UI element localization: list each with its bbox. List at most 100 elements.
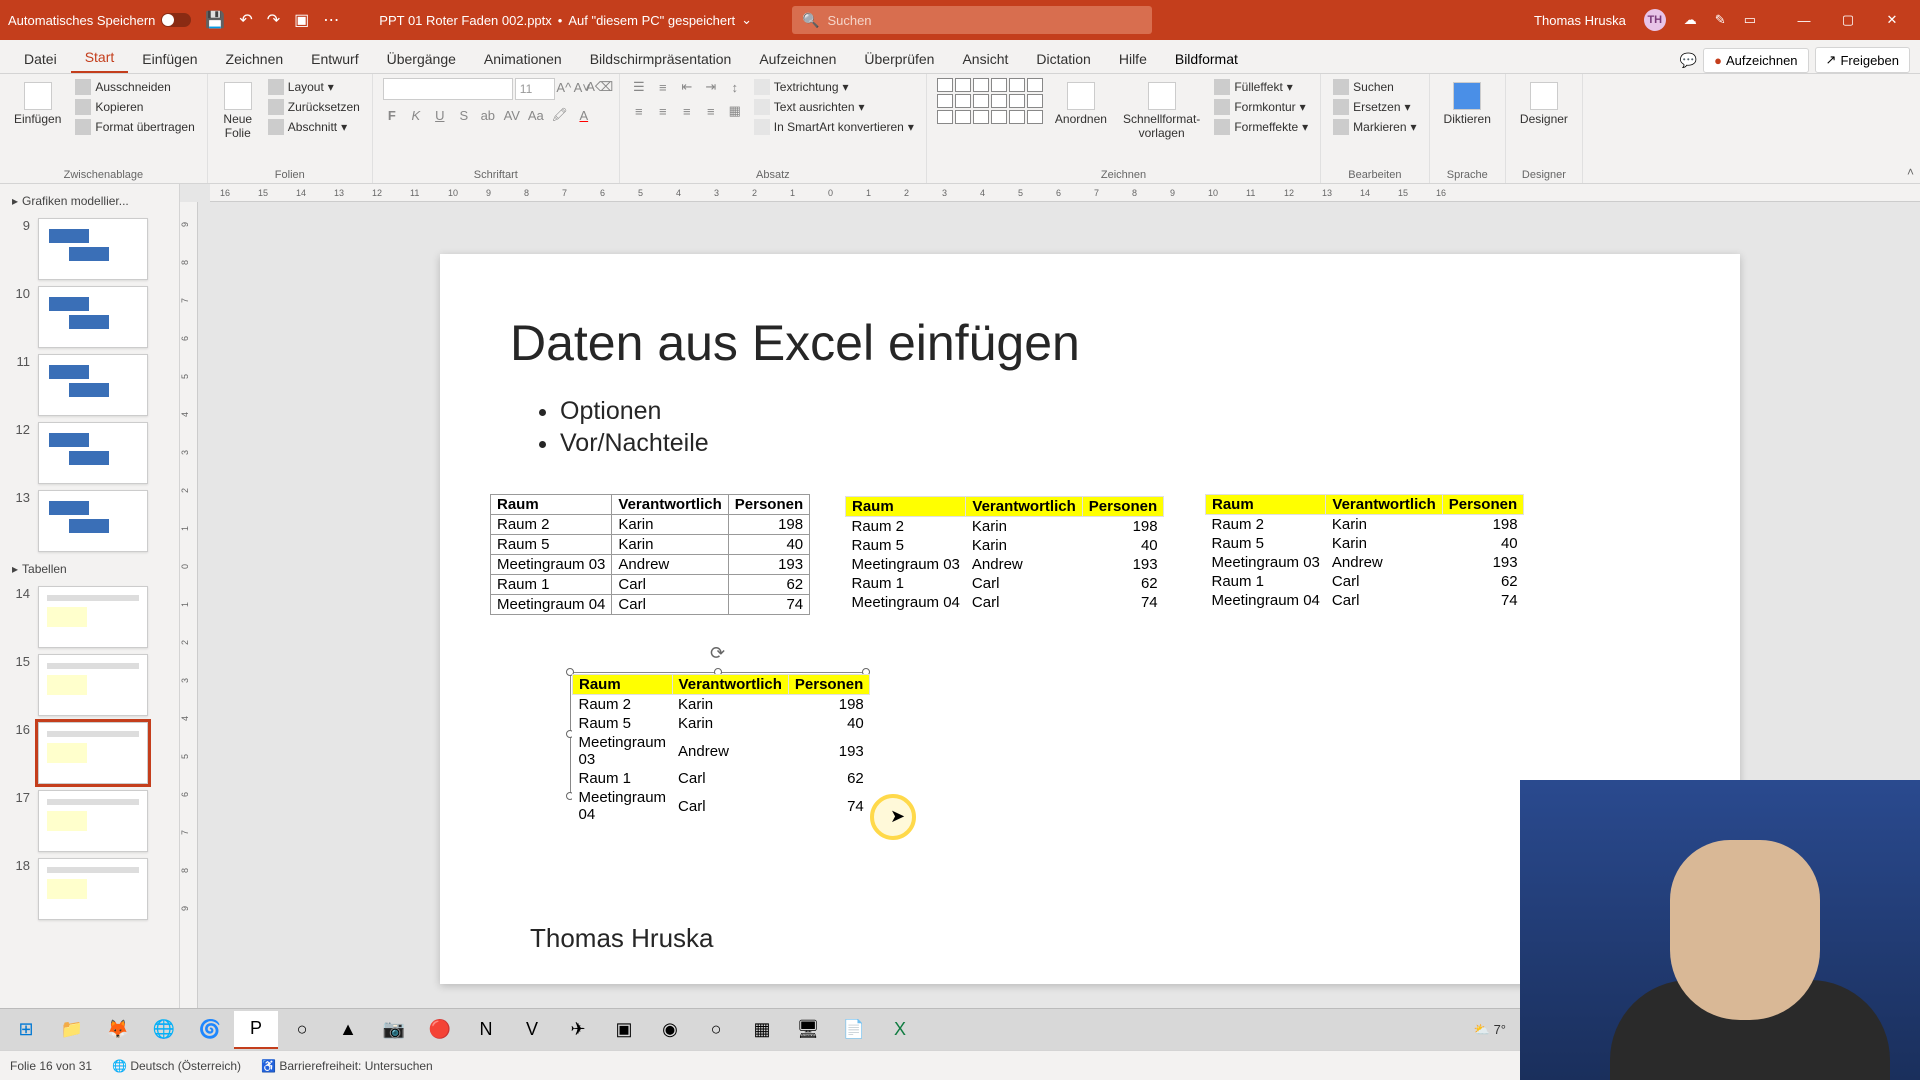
format-painter-button[interactable]: Format übertragen: [73, 118, 196, 136]
designer-button[interactable]: Designer: [1516, 78, 1572, 130]
reset-button[interactable]: Zurücksetzen: [266, 98, 362, 116]
align-center-icon[interactable]: ≡: [654, 102, 672, 120]
justify-icon[interactable]: ≡: [702, 102, 720, 120]
section-button[interactable]: Abschnitt ▾: [266, 118, 362, 136]
taskbar-app-powerpoint[interactable]: P: [234, 1011, 278, 1049]
columns-icon[interactable]: ▦: [726, 102, 744, 120]
slide-thumbnail[interactable]: 11: [12, 354, 167, 416]
font-size-combo[interactable]: 11: [515, 78, 555, 100]
maximize-button[interactable]: ▢: [1828, 5, 1868, 35]
find-button[interactable]: Suchen: [1331, 78, 1418, 96]
language-status[interactable]: 🌐 Deutsch (Österreich): [112, 1059, 241, 1073]
comments-icon[interactable]: 💬: [1680, 52, 1697, 69]
bullets-icon[interactable]: ☰: [630, 78, 648, 96]
tab-ansicht[interactable]: Ansicht: [948, 45, 1022, 73]
slide-thumbnail[interactable]: 17: [12, 790, 167, 852]
arrange-button[interactable]: Anordnen: [1051, 78, 1111, 130]
text-direction-button[interactable]: Textrichtung ▾: [752, 78, 916, 96]
font-name-combo[interactable]: [383, 78, 513, 100]
tab-bildformat[interactable]: Bildformat: [1161, 45, 1252, 73]
tab-ueberpruefen[interactable]: Überprüfen: [850, 45, 948, 73]
thumbnail-section-header[interactable]: ▸ Grafiken modellier...: [12, 190, 167, 212]
minimize-button[interactable]: —: [1784, 5, 1824, 35]
tab-dictation[interactable]: Dictation: [1022, 45, 1104, 73]
taskbar-app[interactable]: 🖥: [786, 1011, 830, 1049]
font-color-icon[interactable]: A: [575, 106, 593, 124]
save-icon[interactable]: 💾: [205, 10, 225, 30]
slide-bullets[interactable]: Optionen Vor/Nachteile: [530, 394, 709, 461]
align-text-button[interactable]: Text ausrichten ▾: [752, 98, 916, 116]
sync-icon[interactable]: ☁: [1684, 12, 1697, 28]
slide-thumbnail[interactable]: 14: [12, 586, 167, 648]
slide-counter[interactable]: Folie 16 von 31: [10, 1059, 92, 1073]
tab-bildschirmpraesentation[interactable]: Bildschirmpräsentation: [576, 45, 746, 73]
thumbnail-section-header[interactable]: ▸ Tabellen: [12, 558, 167, 580]
replace-button[interactable]: Ersetzen ▾: [1331, 98, 1418, 116]
table-yellow-2[interactable]: RaumVerantwortlichPersonenRaum 2Karin198…: [1205, 494, 1524, 610]
taskbar-app[interactable]: ▣: [602, 1011, 646, 1049]
chevron-down-icon[interactable]: ⌄: [741, 12, 752, 28]
taskbar-app[interactable]: ▲: [326, 1011, 370, 1049]
share-button[interactable]: ↗Freigeben: [1815, 47, 1910, 73]
taskbar-app-excel[interactable]: X: [878, 1011, 922, 1049]
shapes-gallery[interactable]: [937, 78, 1043, 124]
layout-button[interactable]: Layout ▾: [266, 78, 362, 96]
strikethrough-button[interactable]: S: [455, 106, 473, 124]
italic-button[interactable]: K: [407, 106, 425, 124]
record-button[interactable]: ●Aufzeichnen: [1703, 48, 1808, 73]
taskbar-app-edge[interactable]: 🌀: [188, 1011, 232, 1049]
align-left-icon[interactable]: ≡: [630, 102, 648, 120]
align-right-icon[interactable]: ≡: [678, 102, 696, 120]
convert-smartart-button[interactable]: In SmartArt konvertieren ▾: [752, 118, 916, 136]
slide-thumbnail[interactable]: 15: [12, 654, 167, 716]
taskbar-app-visio[interactable]: V: [510, 1011, 554, 1049]
collapse-ribbon-icon[interactable]: ˄: [1907, 165, 1914, 179]
ink-icon[interactable]: ✎: [1715, 12, 1726, 28]
taskbar-app[interactable]: 🔴: [418, 1011, 462, 1049]
tab-einfuegen[interactable]: Einfügen: [128, 45, 211, 73]
rotate-handle[interactable]: [710, 643, 726, 659]
select-button[interactable]: Markieren ▾: [1331, 118, 1418, 136]
search-box[interactable]: 🔍: [792, 6, 1152, 34]
bold-button[interactable]: F: [383, 106, 401, 124]
tab-start[interactable]: Start: [71, 43, 129, 73]
shape-outline-button[interactable]: Formkontur ▾: [1212, 98, 1310, 116]
table-bordered[interactable]: RaumVerantwortlichPersonenRaum 2Karin198…: [490, 494, 810, 615]
table-yellow-1[interactable]: RaumVerantwortlichPersonenRaum 2Karin198…: [845, 496, 1164, 612]
slide-thumbnail[interactable]: 12: [12, 422, 167, 484]
slideshow-icon[interactable]: ▣: [294, 10, 309, 30]
slide-thumbnail[interactable]: 9: [12, 218, 167, 280]
slide-thumbnail[interactable]: 16: [12, 722, 167, 784]
new-slide-button[interactable]: Neue Folie: [218, 78, 258, 144]
increase-indent-icon[interactable]: ⇥: [702, 78, 720, 96]
table-yellow-selected[interactable]: RaumVerantwortlichPersonenRaum 2Karin198…: [572, 674, 870, 824]
line-spacing-icon[interactable]: ↕: [726, 78, 744, 96]
tab-animationen[interactable]: Animationen: [470, 45, 576, 73]
user-avatar[interactable]: TH: [1644, 9, 1666, 31]
cut-button[interactable]: Ausschneiden: [73, 78, 196, 96]
dictate-button[interactable]: Diktieren: [1440, 78, 1495, 130]
tab-zeichnen[interactable]: Zeichnen: [212, 45, 298, 73]
taskbar-app[interactable]: ◉: [648, 1011, 692, 1049]
redo-icon[interactable]: ↷: [267, 10, 280, 30]
taskbar-app[interactable]: ✈: [556, 1011, 600, 1049]
character-spacing-icon[interactable]: AV: [503, 106, 521, 124]
slide-thumbnail[interactable]: 18: [12, 858, 167, 920]
taskbar-app-onenote[interactable]: N: [464, 1011, 508, 1049]
taskbar-app[interactable]: ○: [694, 1011, 738, 1049]
undo-icon[interactable]: ↶: [239, 10, 252, 30]
shape-fill-button[interactable]: Fülleffekt ▾: [1212, 78, 1310, 96]
copy-button[interactable]: Kopieren: [73, 98, 196, 116]
numbering-icon[interactable]: ≡: [654, 78, 672, 96]
shape-effects-button[interactable]: Formeffekte ▾: [1212, 118, 1310, 136]
highlight-icon[interactable]: 🖍: [551, 106, 569, 124]
tab-uebergaenge[interactable]: Übergänge: [373, 45, 470, 73]
slide-footer[interactable]: Thomas Hruska: [530, 923, 714, 954]
taskbar-app[interactable]: ▦: [740, 1011, 784, 1049]
shadow-button[interactable]: ab: [479, 106, 497, 124]
slide-thumbnail[interactable]: 13: [12, 490, 167, 552]
start-button[interactable]: ⊞: [4, 1011, 48, 1049]
taskbar-app-chrome[interactable]: 🌐: [142, 1011, 186, 1049]
weather-widget[interactable]: ⛅ 7°: [1474, 1022, 1506, 1038]
slide-title[interactable]: Daten aus Excel einfügen: [510, 314, 1080, 372]
